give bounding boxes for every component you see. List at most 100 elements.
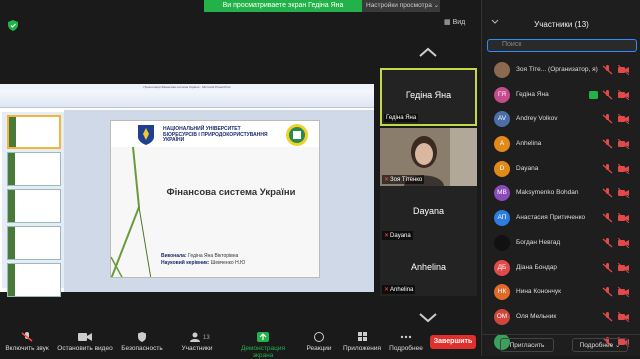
avatar: АП — [494, 210, 510, 227]
avatar: ОМ — [494, 308, 510, 325]
top-bar: Ви просматриваете экран Гедіна Яна Настр… — [0, 0, 480, 12]
panel-footer: Пригласить Подробнее ⌄ — [482, 334, 640, 356]
mic-off-icon: ✕ — [384, 177, 390, 183]
video-tile-dayana[interactable]: Dayana ✕Dayana — [380, 186, 477, 242]
participant-row[interactable]: ОМ Оля Мельник — [482, 305, 640, 330]
end-meeting-button[interactable]: Завершить — [430, 335, 476, 349]
mic-off-icon[interactable] — [602, 287, 613, 297]
slide-thumb — [7, 263, 61, 297]
slide-thumb — [7, 189, 61, 223]
video-camera-icon — [78, 333, 92, 341]
university-name: Національний університет біоресурсів і п… — [163, 126, 268, 144]
mic-off-icon[interactable] — [602, 262, 613, 273]
slide-authors: Виконала: Гедіна Яна Вікторівна Науковий… — [161, 253, 245, 267]
mic-off-icon[interactable] — [602, 163, 613, 174]
participant-name: Оля Мельник — [516, 312, 557, 320]
tile-name: Dayana — [412, 206, 445, 216]
participant-row[interactable]: АП Анастасия Притиченко — [482, 206, 640, 231]
shared-screen: Презентація Фінансова система України - … — [0, 84, 374, 297]
participant-name: Dayana — [516, 164, 539, 172]
shield-icon[interactable] — [8, 20, 18, 31]
avatar — [494, 234, 510, 251]
avatar — [494, 62, 510, 78]
grid-icon: ▦ — [444, 19, 453, 26]
participant-name: Anhelina — [516, 140, 542, 148]
video-off-icon[interactable] — [618, 311, 629, 322]
mic-off-icon — [21, 332, 33, 342]
video-off-icon[interactable] — [618, 139, 629, 150]
tile-label: ✕Зоя Тітенко — [382, 175, 425, 184]
mic-off-icon[interactable] — [602, 89, 613, 100]
mic-off-icon[interactable] — [602, 311, 613, 322]
advisor-label: Науковий керівник: — [161, 260, 210, 266]
mic-off-icon[interactable] — [602, 139, 613, 149]
view-options-button[interactable]: Настройки просмотра ⌄ — [362, 0, 440, 12]
participant-name: Andrey Volkov — [516, 115, 558, 123]
slide-thumbnails — [2, 112, 64, 297]
mic-off-icon: ✕ — [384, 287, 390, 293]
view-button[interactable]: ▦ Вид — [444, 18, 465, 26]
tile-label: Гедіна Яна — [384, 114, 419, 122]
mic-off-icon[interactable] — [602, 237, 613, 248]
video-off-icon[interactable] — [618, 188, 629, 199]
video-off-icon[interactable] — [618, 163, 629, 174]
mic-off-icon[interactable] — [602, 65, 613, 75]
slide-thumb — [7, 115, 61, 149]
seal-logo — [286, 124, 308, 146]
slide-thumb — [7, 226, 61, 260]
stop-video-button[interactable]: Остановить видео — [56, 332, 114, 352]
security-button[interactable]: Безопасность — [120, 332, 164, 352]
share-screen-button[interactable]: Демонстрация экрана — [230, 332, 296, 359]
video-off-icon[interactable] — [618, 114, 629, 125]
more-button[interactable]: Подробнее — [388, 332, 424, 352]
participant-row[interactable]: Богдан Невгад — [482, 231, 640, 256]
tile-label: ✕Anhelina — [382, 285, 416, 294]
slide-title: Фінансова система України — [166, 187, 296, 198]
share-screen-icon — [257, 332, 269, 342]
chevron-up-icon[interactable] — [418, 46, 438, 58]
participant-name: Богдан Невгад — [516, 238, 561, 246]
participant-row[interactable]: D Dayana — [482, 157, 640, 182]
university-logo — [138, 125, 154, 145]
video-off-icon[interactable] — [618, 262, 629, 273]
video-tile-gedina[interactable]: Гедіна Яна Гедіна Яна — [380, 68, 477, 126]
video-off-icon[interactable] — [618, 89, 629, 100]
video-tile-anhelina[interactable]: Anhelina ✕Anhelina — [380, 242, 477, 296]
video-off-icon[interactable] — [618, 65, 629, 75]
shield-icon — [138, 332, 146, 342]
search-input[interactable]: Поиск — [487, 39, 637, 52]
chevron-down-icon[interactable] — [418, 312, 438, 324]
reactions-button[interactable]: Реакции — [304, 332, 334, 352]
avatar: ДБ — [494, 259, 510, 276]
participant-row[interactable]: A Anhelina — [482, 132, 640, 157]
emoji-icon — [314, 332, 324, 342]
panel-title: Участники (13) — [534, 20, 589, 29]
participant-row[interactable]: AV Andrey Volkov — [482, 107, 640, 132]
participant-name: Гедіна Яна — [516, 90, 549, 98]
video-off-icon[interactable] — [618, 213, 629, 224]
video-off-icon[interactable] — [618, 237, 629, 248]
ppt-ribbon — [0, 90, 374, 108]
video-off-icon[interactable] — [618, 287, 629, 298]
participant-row[interactable]: MB Maksymenko Bohdan — [482, 181, 640, 206]
invite-button[interactable]: Пригласить — [500, 338, 554, 352]
participant-row[interactable]: ДБ Діана Бондар — [482, 256, 640, 281]
participant-row[interactable]: Зоя Тіте... (Организатор, я) — [482, 58, 640, 83]
unmute-button[interactable]: Включить звук — [4, 332, 50, 352]
apps-button[interactable]: Приложения — [342, 332, 382, 352]
participant-name: Анастасия Притиченко — [516, 214, 586, 222]
slide-thumb — [7, 152, 61, 186]
mic-off-icon[interactable] — [602, 188, 613, 198]
video-tile-zoya[interactable]: ✕Зоя Тітенко — [380, 128, 477, 186]
apps-icon — [358, 332, 367, 341]
avatar: AV — [494, 111, 510, 128]
more-options-button[interactable]: Подробнее ⌄ — [572, 338, 628, 352]
participant-row[interactable]: ГЯ Гедіна Яна — [482, 83, 640, 108]
slide: Національний університет біоресурсів і п… — [110, 120, 320, 278]
mic-off-icon[interactable] — [602, 114, 613, 124]
mic-off-icon[interactable] — [602, 213, 613, 223]
people-icon — [190, 332, 200, 342]
participant-row[interactable]: НК Нина Конончук — [482, 280, 640, 305]
slide-canvas: Національний університет біоресурсів і п… — [64, 110, 374, 292]
participants-button[interactable]: Участники — [178, 332, 216, 352]
